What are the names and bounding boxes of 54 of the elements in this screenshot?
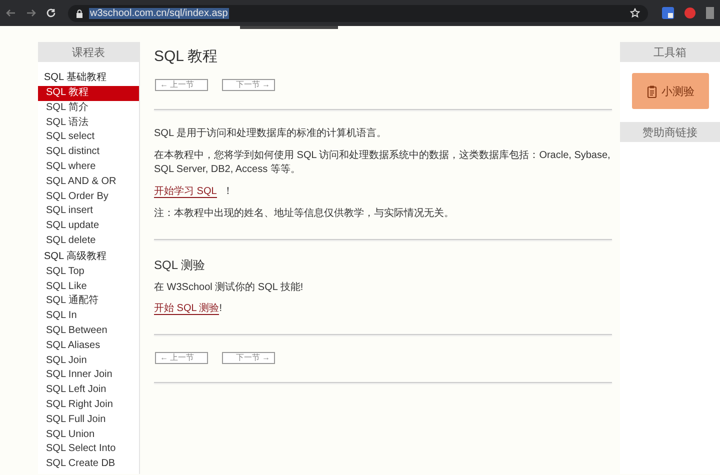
toolbox-title: 工具箱 xyxy=(620,42,720,62)
lock-icon xyxy=(76,8,83,18)
exclamation-text: ! xyxy=(219,303,222,314)
sidebar-item[interactable]: SQL distinct xyxy=(38,145,139,160)
sponsors-title: 赞助商链接 xyxy=(620,122,720,142)
next-button[interactable]: 下一节 → xyxy=(222,352,275,364)
sidebar-item[interactable]: SQL Aliases xyxy=(38,338,139,354)
sidebar-item[interactable]: SQL Left Join xyxy=(38,383,139,398)
sidebar-item[interactable]: SQL where xyxy=(38,160,139,175)
start-link[interactable]: 开始学习 SQL xyxy=(154,186,217,198)
sidebar-item[interactable]: SQL Top xyxy=(38,264,139,280)
previous-button[interactable]: ← 上一节 xyxy=(155,352,208,364)
clipboard-icon xyxy=(646,84,656,98)
sidebar-item[interactable]: SQL insert xyxy=(38,204,139,220)
sidebar-item[interactable]: SQL select xyxy=(38,130,139,146)
sidebar-title: 课程表 xyxy=(38,42,139,62)
sidebar-item[interactable]: SQL Union xyxy=(38,428,139,442)
sidebar-item[interactable]: SQL AND & OR xyxy=(38,174,139,190)
paragraph: 注：本教程中出现的姓名、地址等信息仅供教学，与实际情况无关。 xyxy=(154,207,455,221)
sidebar-item[interactable]: SQL delete xyxy=(38,234,139,249)
sidebar-item[interactable]: SQL Join xyxy=(38,354,139,368)
sidebar-item[interactable]: SQL Create DB xyxy=(38,457,139,472)
exclamation-text: ！ xyxy=(222,186,233,197)
sidebar-item[interactable]: SQL Select Into xyxy=(38,442,139,458)
quiz-heading: SQL 测验 xyxy=(154,257,206,274)
next-button[interactable]: 下一节 → xyxy=(222,79,275,91)
sidebar-item[interactable]: SQL 通配符 xyxy=(38,294,139,310)
paragraph: 在本教程中，您将学到如何使用 SQL 访问和处理数据系统中的数据，这类数据库包括：Oracle, Sybase, SQL Server, DB2, Access 等等。 xyxy=(154,149,612,177)
sidebar-item[interactable]: SQL Like xyxy=(38,280,139,294)
previous-button[interactable]: ← 上一节 xyxy=(155,79,208,91)
quiz-text: 在 W3School 测试你的 SQL 技能! xyxy=(154,281,304,295)
sidebar-item[interactable]: SQL Inner Join xyxy=(38,368,139,384)
sidebar-item[interactable]: SQL update xyxy=(38,219,139,234)
sidebar-item[interactable]: SQL 语法 xyxy=(38,116,139,130)
sidebar-item[interactable]: SQL Right Join xyxy=(38,398,139,413)
forward-icon[interactable] xyxy=(26,8,36,18)
address-bar[interactable]: w3school.com.cn/sql/index.asp xyxy=(68,4,648,22)
url-text: w3school.com.cn/sql/index.asp xyxy=(89,8,229,18)
sidebar-item[interactable]: SQL Order By xyxy=(38,190,139,204)
quiz-link[interactable]: 开始 SQL 测验 xyxy=(154,303,220,315)
badge-icon[interactable] xyxy=(684,7,696,19)
paragraph: SQL 是用于访问和处理数据库的标准的计算机语言。 xyxy=(154,127,388,141)
sidebar-item[interactable]: SQL In xyxy=(38,309,139,324)
sidebar-item[interactable]: SQL Between xyxy=(38,324,139,339)
quiz-button[interactable]: 小测验 xyxy=(632,73,709,109)
section-heading: SQL 高级教程 xyxy=(43,250,108,264)
star-icon[interactable] xyxy=(630,8,640,18)
sidebar-item[interactable]: SQL Full Join xyxy=(38,412,139,428)
section-heading: SQL 基础教程 xyxy=(43,70,108,85)
page-title: SQL 教程 xyxy=(154,47,219,66)
back-icon[interactable] xyxy=(6,8,16,18)
sidebar-item[interactable]: SQL 简介 xyxy=(38,100,139,116)
reload-icon[interactable] xyxy=(46,8,56,18)
sidebar-item[interactable]: SQL 教程 xyxy=(38,86,139,101)
